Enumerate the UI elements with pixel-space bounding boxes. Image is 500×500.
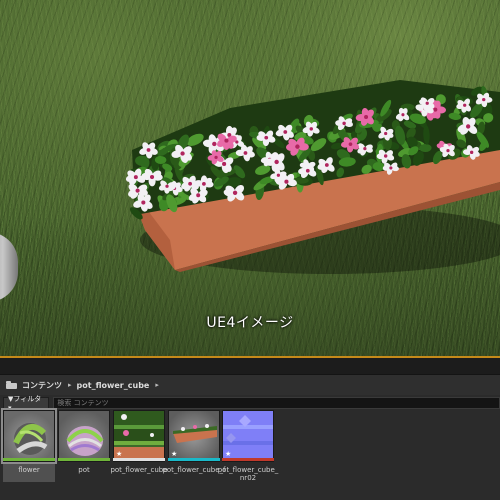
asset-tile-pot-flower-cube-nr02[interactable]: ★ pot_flower_cube_nr02 — [218, 410, 278, 484]
viewport-caption: UE4イメージ — [206, 315, 294, 331]
folder-icon[interactable] — [6, 381, 17, 389]
filter-bar: ▼フィルタ▾ 検索 コンテンツ — [0, 395, 500, 412]
asset-type-bar — [113, 458, 165, 461]
asset-thumbnail-pot — [58, 410, 110, 462]
asset-thumbnail-pot-flower-cube: ★ — [113, 410, 165, 462]
filter-button[interactable]: ▼フィルタ▾ — [3, 395, 50, 412]
breadcrumb-separator-icon[interactable]: ▸ — [68, 381, 72, 389]
asset-type-bar — [58, 458, 110, 461]
favorite-star-icon: ★ — [116, 450, 123, 458]
asset-tile-pot[interactable]: pot — [58, 410, 110, 484]
breadcrumb-content[interactable]: コンテンツ — [22, 380, 62, 391]
asset-grid: flower pot ★ pot_flower_cube ★ pot_flowe… — [0, 408, 500, 500]
asset-type-bar — [168, 458, 220, 461]
breadcrumb-separator-icon[interactable]: ▸ — [155, 381, 159, 389]
search-input[interactable]: 検索 コンテンツ — [53, 397, 500, 409]
asset-tile-pot-flower-cube[interactable]: ★ pot_flower_cube — [110, 410, 168, 484]
asset-type-bar — [3, 458, 55, 461]
favorite-star-icon: ★ — [171, 450, 178, 458]
asset-thumbnail-pot-flower-cube-f: ★ — [168, 410, 220, 462]
asset-thumbnail-flower — [1, 408, 57, 464]
breadcrumb-folder[interactable]: pot_flower_cube — [77, 381, 150, 390]
content-browser: コンテンツ ▸ pot_flower_cube ▸ ▼フィルタ▾ 検索 コンテン… — [0, 358, 500, 500]
asset-tile-pot-flower-cube-f[interactable]: ★ pot_flower_cube_f — [162, 410, 226, 484]
level-viewport[interactable]: UE4イメージ — [0, 0, 500, 358]
asset-name: pot_flower_cube_nr02 — [217, 466, 279, 482]
content-browser-tabbar — [0, 358, 500, 375]
favorite-star-icon: ★ — [225, 450, 232, 458]
asset-tile-flower[interactable]: flower — [1, 408, 57, 482]
flower-pot-scene[interactable] — [0, 0, 500, 358]
editor-window: UE4イメージ コンテンツ ▸ pot_flower_cube ▸ ▼フィルタ▾… — [0, 0, 500, 500]
asset-type-bar — [222, 458, 274, 461]
path-bar: コンテンツ ▸ pot_flower_cube ▸ — [0, 375, 500, 395]
asset-thumbnail-pot-flower-cube-nr02: ★ — [222, 410, 274, 462]
